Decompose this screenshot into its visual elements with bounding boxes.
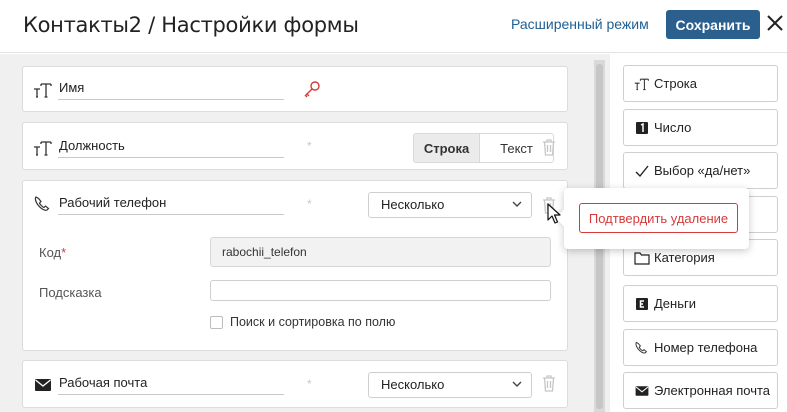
search-sort-label: Поиск и сортировка по полю xyxy=(230,315,396,329)
palette-label: Строка xyxy=(654,76,698,91)
phone-icon xyxy=(34,196,50,211)
trash-icon[interactable] xyxy=(542,375,556,392)
palette-label: Электронная почта xyxy=(654,383,771,398)
save-button[interactable]: Сохранить xyxy=(666,10,760,39)
trash-icon[interactable] xyxy=(542,139,556,156)
confirm-delete-popover: Подтвердить удаление xyxy=(564,188,749,249)
field-name-input[interactable]: Должность xyxy=(58,136,284,158)
text-type-icon xyxy=(34,83,52,98)
text-type-icon xyxy=(634,78,649,90)
page-title: Контакты2 / Настройки формы xyxy=(23,13,359,37)
check-icon xyxy=(635,165,649,177)
required-toggle[interactable]: * xyxy=(307,377,312,391)
palette-email[interactable]: Электронная почта xyxy=(623,372,778,409)
field-card-work-phone[interactable]: Рабочий телефон * Несколько Код* rabochi… xyxy=(22,180,568,351)
number-icon xyxy=(636,121,648,134)
palette-money[interactable]: Деньги xyxy=(623,285,778,322)
close-icon[interactable] xyxy=(766,14,784,32)
palette-string[interactable]: Строка xyxy=(623,65,778,102)
code-field[interactable]: rabochii_telefon xyxy=(210,237,551,267)
select-value: Несколько xyxy=(381,377,445,392)
palette-boolean[interactable]: Выбор «да/нет» xyxy=(623,152,778,189)
multiplicity-select[interactable]: Несколько xyxy=(368,192,532,218)
chevron-down-icon xyxy=(512,201,522,207)
palette-number[interactable]: Число xyxy=(623,109,778,146)
field-card-work-email[interactable]: Рабочая почта * Несколько xyxy=(22,360,568,408)
field-name-input[interactable]: Рабочий телефон xyxy=(58,193,284,215)
folder-icon xyxy=(634,251,650,265)
field-card-name[interactable]: Имя xyxy=(22,66,568,112)
required-asterisk: * xyxy=(61,245,67,260)
multiplicity-select[interactable]: Несколько xyxy=(368,372,532,398)
palette-phone[interactable]: Номер телефона xyxy=(623,329,778,366)
palette-label: Число xyxy=(654,120,692,135)
advanced-mode-link[interactable]: Расширенный режим xyxy=(511,16,649,32)
page-header: Контакты2 / Настройки формы Расширенный … xyxy=(0,0,787,53)
palette-label: Выбор «да/нет» xyxy=(654,163,751,178)
palette-label: Деньги xyxy=(654,296,696,311)
text-type-icon xyxy=(34,141,52,156)
hint-field[interactable] xyxy=(210,280,551,301)
field-card-position[interactable]: Должность * Строка Текст xyxy=(22,122,568,170)
phone-icon xyxy=(635,341,648,353)
palette-label: Номер телефона xyxy=(654,340,758,355)
confirm-delete-button[interactable]: Подтвердить удаление xyxy=(579,203,738,233)
mouse-cursor-icon xyxy=(547,203,561,224)
search-sort-checkbox[interactable] xyxy=(210,316,223,329)
code-label: Код* xyxy=(39,245,67,260)
field-name-input[interactable]: Имя xyxy=(58,78,284,100)
envelope-icon xyxy=(35,379,51,391)
envelope-icon xyxy=(635,385,649,396)
string-type-toggle: Строка Текст xyxy=(413,133,554,163)
money-icon xyxy=(636,297,648,310)
required-toggle[interactable]: * xyxy=(307,139,312,153)
required-toggle[interactable]: * xyxy=(307,197,312,211)
select-value: Несколько xyxy=(381,197,445,212)
key-icon xyxy=(304,81,320,98)
hint-label: Подсказка xyxy=(39,285,102,300)
segment-string[interactable]: Строка xyxy=(414,134,480,162)
chevron-down-icon xyxy=(512,381,522,387)
palette-label: Категория xyxy=(654,250,715,265)
field-name-input[interactable]: Рабочая почта xyxy=(58,373,284,395)
